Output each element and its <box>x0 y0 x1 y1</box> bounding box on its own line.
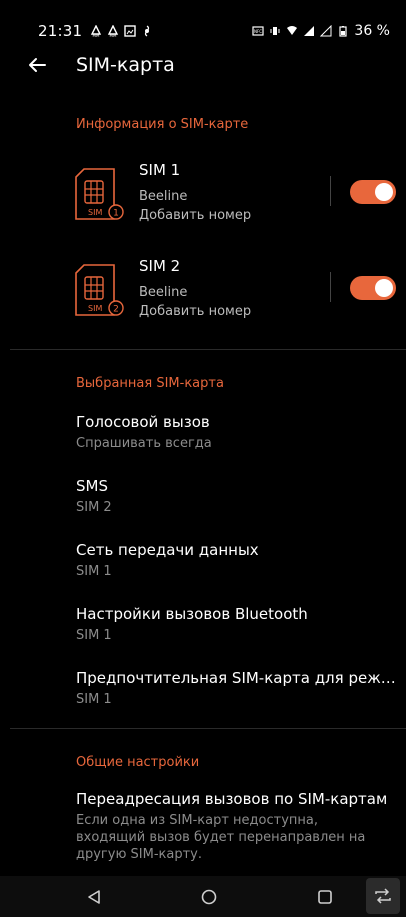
sim-add-number: Добавить номер <box>139 304 252 319</box>
toggle-knob <box>375 279 393 297</box>
nav-rotate-button[interactable] <box>366 878 400 914</box>
sim-add-number: Добавить номер <box>139 208 252 223</box>
sim-row-1[interactable]: SIM 1 SIM 1 Beeline Добавить номер <box>0 161 406 243</box>
vibrate-icon <box>270 27 280 35</box>
svg-text:MM: MM <box>110 33 117 37</box>
pref-sms[interactable]: SMS SIM 2 <box>76 477 396 516</box>
pref-title: Сеть передачи данных <box>76 541 259 559</box>
arrow-back-icon <box>29 58 46 72</box>
svg-text:MM: MM <box>93 33 100 37</box>
vertical-divider <box>330 176 331 206</box>
sim-badge-label: SIM <box>88 208 102 217</box>
pref-subtitle: Спрашивать всегда <box>76 436 212 451</box>
sim-operator: Beeline <box>139 189 188 204</box>
pref-voice-call[interactable]: Голосовой вызов Спрашивать всегда <box>76 413 396 452</box>
nav-back-button[interactable] <box>80 884 108 910</box>
section-header-sim-info: Информация о SIM-карте <box>76 117 249 132</box>
battery-icon <box>339 26 348 37</box>
sim-badge-number: 2 <box>113 305 119 315</box>
pref-mobile-data[interactable]: Сеть передачи данных SIM 1 <box>76 541 396 580</box>
nav-home-button[interactable] <box>195 884 223 910</box>
section-divider <box>10 349 406 350</box>
system-nav-bar <box>0 876 406 917</box>
section-header-general: Общие настройки <box>76 755 200 770</box>
sim-row-2[interactable]: SIM 2 SIM 2 Beeline Добавить номер <box>0 257 406 339</box>
page-title: SIM-карта <box>76 54 175 76</box>
toggle-knob <box>375 183 393 201</box>
back-triangle-icon <box>88 890 100 904</box>
adaptive-icon: MM <box>91 25 102 37</box>
fan-icon <box>145 25 150 37</box>
pref-preferred-sim-mode[interactable]: Предпочтительная SIM-карта для режима.. … <box>76 669 396 708</box>
sim-2-toggle[interactable] <box>350 276 396 300</box>
sim-card-icon: SIM 1 <box>75 168 124 220</box>
signal-icon <box>320 25 332 37</box>
pref-call-forwarding[interactable]: Переадресация вызовов по SIM-картам Если… <box>76 790 396 863</box>
status-bar: 21:31 MM MM NFC 1 36 % <box>0 0 406 48</box>
adaptive-icon: MM <box>108 25 119 37</box>
pref-subtitle: SIM 1 <box>76 628 112 643</box>
pref-subtitle: SIM 1 <box>76 692 112 707</box>
pref-bluetooth-calls[interactable]: Настройки вызовов Bluetooth SIM 1 <box>76 605 396 644</box>
pref-subtitle: SIM 1 <box>76 564 112 579</box>
svg-text:1: 1 <box>306 27 309 33</box>
svg-text:NFC: NFC <box>254 29 262 34</box>
recents-square-icon <box>318 890 332 904</box>
section-header-preferred-sim: Выбранная SIM-карта <box>76 376 224 391</box>
nfc-icon: NFC <box>252 26 265 36</box>
sim-card-icon: SIM 2 <box>75 264 124 316</box>
pref-title: Голосовой вызов <box>76 413 210 431</box>
home-circle-icon <box>201 889 217 905</box>
pref-title: Настройки вызовов Bluetooth <box>76 605 308 623</box>
sim-operator: Beeline <box>139 285 188 300</box>
pref-subtitle: SIM 2 <box>76 500 112 515</box>
wifi-icon <box>287 26 298 35</box>
pref-description: Если одна из SIM-карт недоступна, входящ… <box>76 813 366 862</box>
vertical-divider <box>330 272 331 302</box>
pref-title: Предпочтительная SIM-карта для режима.. <box>76 669 396 687</box>
image-icon <box>124 25 136 37</box>
pref-title: Переадресация вызовов по SIM-картам <box>76 790 388 808</box>
screen-rotate-icon <box>375 888 391 904</box>
sim-badge-number: 1 <box>113 209 119 219</box>
battery-percent: 36 % <box>354 23 390 39</box>
section-divider <box>10 728 406 729</box>
status-time: 21:31 <box>38 22 83 40</box>
nav-recents-button[interactable] <box>311 884 339 910</box>
sim-name: SIM 1 <box>139 161 181 179</box>
pref-title: SMS <box>76 477 108 495</box>
app-bar: SIM-карта <box>0 48 406 84</box>
sim-name: SIM 2 <box>139 257 181 275</box>
signal-icon: 1 <box>304 26 315 36</box>
sim-badge-label: SIM <box>88 304 102 313</box>
sim-1-toggle[interactable] <box>350 180 396 204</box>
back-button[interactable] <box>24 52 50 78</box>
